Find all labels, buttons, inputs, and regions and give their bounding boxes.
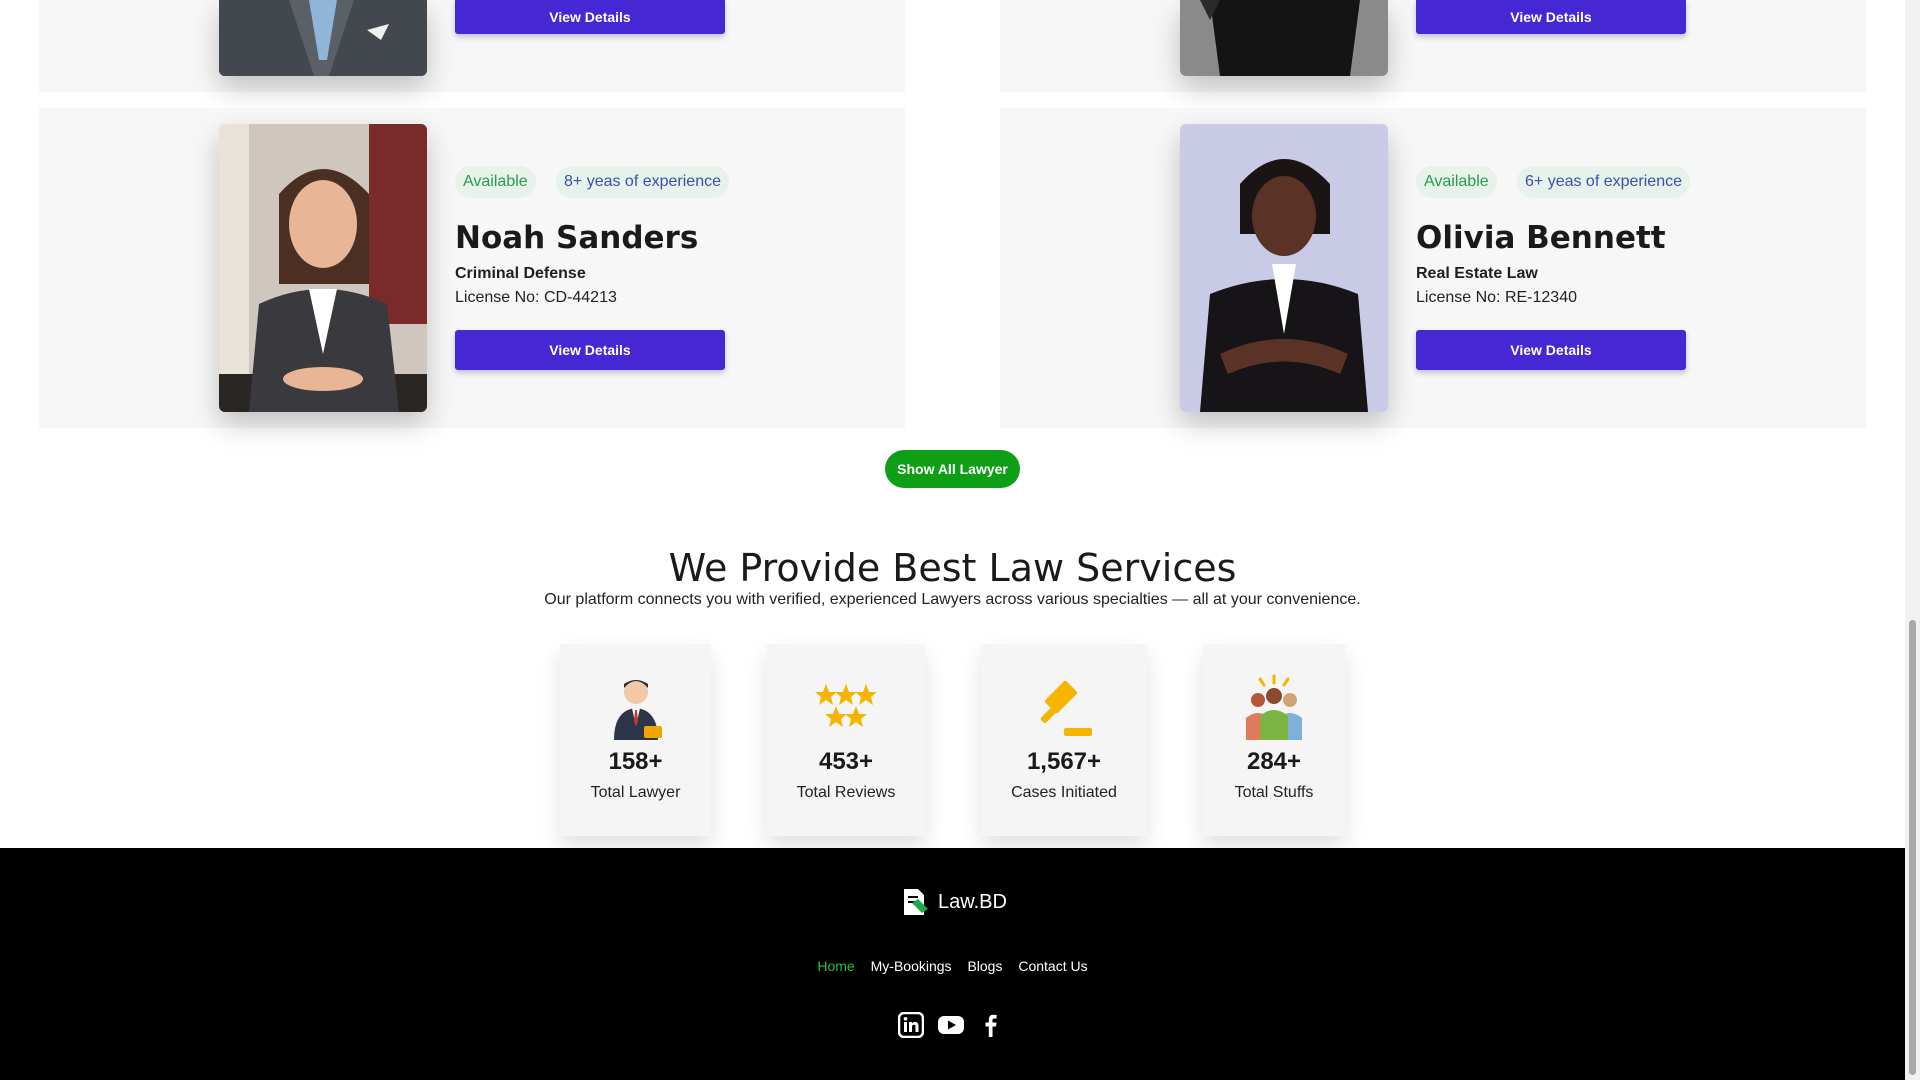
- stat-label: Total Stuffs: [1234, 784, 1314, 801]
- show-all-lawyer-button[interactable]: Show All Lawyer: [885, 450, 1020, 488]
- lawyer-license: License No: RE-12340: [1416, 289, 1577, 306]
- stat-value: 284+: [1246, 748, 1302, 775]
- experience-badge: 8+ yeas of experience: [556, 166, 729, 198]
- lawyer-photo: [1180, 124, 1388, 412]
- scrollbar[interactable]: [1905, 0, 1920, 1080]
- facebook-icon[interactable]: [978, 1012, 1004, 1038]
- stat-card-lawyers: 158+ Total Lawyer: [560, 644, 711, 836]
- lawyer-card: Available 6+ yeas of experience Olivia B…: [1000, 108, 1866, 428]
- services-subtitle: Our platform connects you with verified,…: [544, 591, 1361, 608]
- lawyer-card: Available 8+ yeas of experience Noah San…: [39, 108, 905, 428]
- view-details-button[interactable]: View Details: [455, 0, 725, 34]
- stat-value: 158+: [608, 748, 663, 775]
- lawyer-icon: [613, 680, 662, 740]
- stat-value: 453+: [818, 748, 874, 775]
- stat-label: Cases Initiated: [1011, 784, 1117, 801]
- lawyer-photo: [1180, 0, 1388, 76]
- linkedin-icon[interactable]: [898, 1012, 924, 1038]
- lawyer-card-top-right: View Details: [1000, 0, 1866, 92]
- lawyer-specialty: Criminal Defense: [455, 265, 586, 282]
- lawyer-photo: [219, 0, 427, 76]
- footer-link-my-bookings[interactable]: My-Bookings: [871, 958, 952, 974]
- footer-brand[interactable]: Law.BD: [900, 886, 1007, 918]
- lawyer-license: License No: CD-44213: [455, 289, 617, 306]
- lawyer-photo: [219, 124, 427, 412]
- lawyer-name: Noah Sanders: [455, 220, 699, 256]
- services-title: We Provide Best Law Services: [668, 546, 1237, 590]
- footer-link-contact-us[interactable]: Contact Us: [1018, 958, 1087, 974]
- lawyer-specialty: Real Estate Law: [1416, 265, 1538, 282]
- stat-card-cases: 1,567+ Cases Initiated: [981, 644, 1147, 836]
- stat-value: 1,567+: [1026, 748, 1102, 775]
- law-book-logo-icon: [904, 889, 928, 915]
- team-icon: [1246, 674, 1302, 740]
- scrollbar-thumb[interactable]: [1909, 620, 1916, 1075]
- footer: Law.BD Home My-Bookings Blogs Contact Us: [0, 848, 1905, 1080]
- footer-link-blogs[interactable]: Blogs: [967, 958, 1002, 974]
- view-details-button[interactable]: View Details: [1416, 0, 1686, 34]
- brand-name: Law.BD: [938, 890, 1007, 913]
- lawyer-card-top-left: View Details: [39, 0, 905, 92]
- social-links: [898, 1012, 1004, 1038]
- gavel-icon: [1040, 680, 1092, 736]
- view-details-button[interactable]: View Details: [1416, 330, 1686, 370]
- experience-badge: 6+ yeas of experience: [1517, 166, 1690, 198]
- stat-card-stuffs: 284+ Total Stuffs: [1203, 644, 1345, 836]
- view-details-button[interactable]: View Details: [455, 330, 725, 370]
- lawyer-name: Olivia Bennett: [1416, 220, 1666, 256]
- stat-card-reviews: 453+ Total Reviews: [767, 644, 925, 836]
- status-badge: Available: [1416, 166, 1497, 198]
- page: View Details View Details Available 8+ y…: [0, 0, 1905, 1080]
- stat-label: Total Lawyer: [590, 784, 681, 801]
- status-badge: Available: [455, 166, 536, 198]
- stars-icon: [815, 684, 877, 727]
- footer-link-home[interactable]: Home: [817, 958, 854, 974]
- footer-nav: Home My-Bookings Blogs Contact Us: [0, 958, 1905, 974]
- youtube-icon[interactable]: [938, 1012, 964, 1038]
- stat-label: Total Reviews: [796, 784, 896, 801]
